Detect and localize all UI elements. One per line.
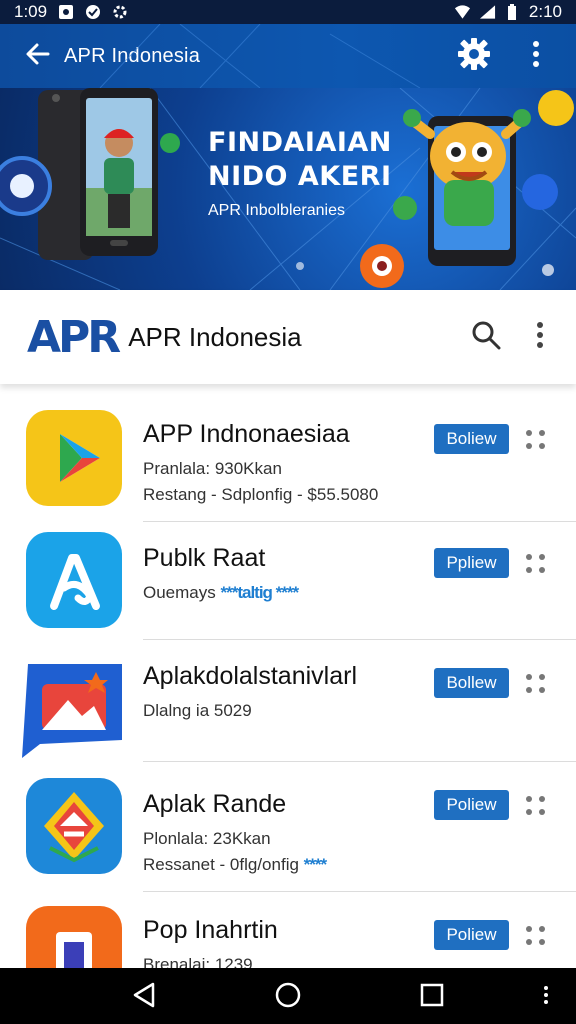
app-meta: Plonlala: 23Kkan bbox=[143, 829, 271, 848]
play-icon bbox=[26, 410, 122, 506]
signal-icon bbox=[479, 4, 496, 21]
app-meta: Brenalai: 1239 bbox=[143, 955, 253, 968]
drag-handle-icon[interactable] bbox=[522, 922, 550, 950]
system-nav-bar bbox=[0, 968, 576, 1024]
app-bar-title: APR Indonesia bbox=[64, 44, 201, 67]
more-vert-icon bbox=[536, 321, 544, 354]
follow-button[interactable]: Poliew bbox=[434, 790, 509, 820]
app-name: Pop Inahrtin bbox=[143, 916, 278, 944]
nav-overflow-button[interactable] bbox=[532, 980, 560, 1014]
square-recents-icon bbox=[419, 982, 445, 1013]
drag-handle-icon[interactable] bbox=[522, 670, 550, 698]
list-item[interactable]: Aplak Rande Plonlala: 23Kkan Ressanet - … bbox=[0, 762, 576, 892]
app-meta-label: Ressanet - 0flg/onfig bbox=[143, 855, 299, 874]
search-icon bbox=[471, 320, 501, 355]
back-nav-button[interactable] bbox=[127, 980, 161, 1014]
app-meta-secondary: Restang - Sdplonfig - $55.5080 bbox=[143, 485, 379, 504]
overflow-menu-button[interactable] bbox=[512, 32, 560, 80]
rating-stars: ***taltig **** bbox=[220, 583, 299, 602]
follow-button[interactable]: Poliew bbox=[434, 920, 509, 950]
app-meta: Ouemays ***taltig **** bbox=[143, 583, 423, 603]
app-meta-label: Ouemays bbox=[143, 583, 216, 602]
rating-stars: **** bbox=[303, 855, 327, 874]
follow-button[interactable]: Ppliew bbox=[434, 548, 509, 578]
app-name: APP Indnonaesiaa bbox=[143, 420, 350, 448]
brand-header: APR APR Indonesia bbox=[0, 290, 576, 384]
drag-handle-icon[interactable] bbox=[522, 426, 550, 454]
more-vert-icon bbox=[543, 985, 549, 1010]
follow-button[interactable]: Bollew bbox=[434, 668, 509, 698]
banner-subtitle: APR Inbolbleranies bbox=[208, 202, 345, 219]
settings-small-icon bbox=[111, 4, 128, 21]
header-more-button[interactable] bbox=[516, 313, 564, 361]
more-vert-icon bbox=[532, 40, 540, 73]
app-name: Aplak Rande bbox=[143, 790, 287, 818]
list-item[interactable]: Publk Raat Ouemays ***taltig **** Ppliew bbox=[0, 522, 576, 640]
back-button[interactable] bbox=[12, 30, 64, 82]
search-button[interactable] bbox=[462, 313, 510, 361]
list-item[interactable]: APP Indnonaesiaa Pranlala: 930Kkan Resta… bbox=[0, 384, 576, 522]
drag-handle-icon[interactable] bbox=[522, 550, 550, 578]
app-meta: Dlalng ia 5029 bbox=[143, 701, 252, 720]
banner-text: FINDAIAIAN NIDO AKERI APR Inbolbleranies bbox=[208, 126, 398, 220]
app-name: Publk Raat bbox=[143, 544, 266, 572]
status-clock: 2:10 bbox=[528, 2, 562, 21]
gear-icon bbox=[457, 37, 491, 76]
a-letter-icon bbox=[26, 532, 122, 628]
brand-title: APR Indonesia bbox=[128, 321, 302, 352]
follow-button[interactable]: Boliew bbox=[434, 424, 509, 454]
banner-headline-1: FINDAIAIAN bbox=[208, 127, 392, 158]
wifi-icon bbox=[454, 4, 471, 21]
check-icon bbox=[84, 4, 101, 21]
banner-headline-2: NIDO AKERI bbox=[208, 161, 392, 192]
recents-nav-button[interactable] bbox=[415, 980, 449, 1014]
square-app-icon bbox=[26, 906, 122, 968]
promo-banner[interactable]: FINDAIAIAN NIDO AKERI APR Inbolbleranies bbox=[0, 88, 576, 290]
app-bar: APR Indonesia bbox=[0, 24, 576, 88]
kite-icon bbox=[26, 778, 122, 874]
photo-flag-icon bbox=[22, 654, 124, 758]
triangle-back-icon bbox=[131, 981, 157, 1014]
notification-icon bbox=[57, 4, 74, 21]
drag-handle-icon[interactable] bbox=[522, 792, 550, 820]
app-name: Aplakdolalstanivlarl bbox=[143, 662, 358, 690]
battery-icon bbox=[504, 3, 521, 21]
app-meta-secondary: Ressanet - 0flg/onfig **** bbox=[143, 855, 423, 875]
status-time: 1:09 bbox=[14, 2, 48, 21]
settings-button[interactable] bbox=[450, 32, 498, 80]
list-item[interactable]: Aplakdolalstanivlarl Dlalng ia 5029 Boll… bbox=[0, 640, 576, 762]
brand-logo: APR bbox=[27, 311, 121, 363]
home-nav-button[interactable] bbox=[271, 980, 305, 1014]
circle-home-icon bbox=[274, 981, 302, 1014]
status-bar: 1:09 2:10 bbox=[0, 0, 576, 24]
app-meta: Pranlala: 930Kkan bbox=[143, 459, 282, 478]
app-list: APP Indnonaesiaa Pranlala: 930Kkan Resta… bbox=[0, 384, 576, 968]
list-item[interactable]: Pop Inahrtin Brenalai: 1239 Poliew bbox=[0, 892, 576, 968]
arrow-left-icon bbox=[24, 40, 52, 73]
